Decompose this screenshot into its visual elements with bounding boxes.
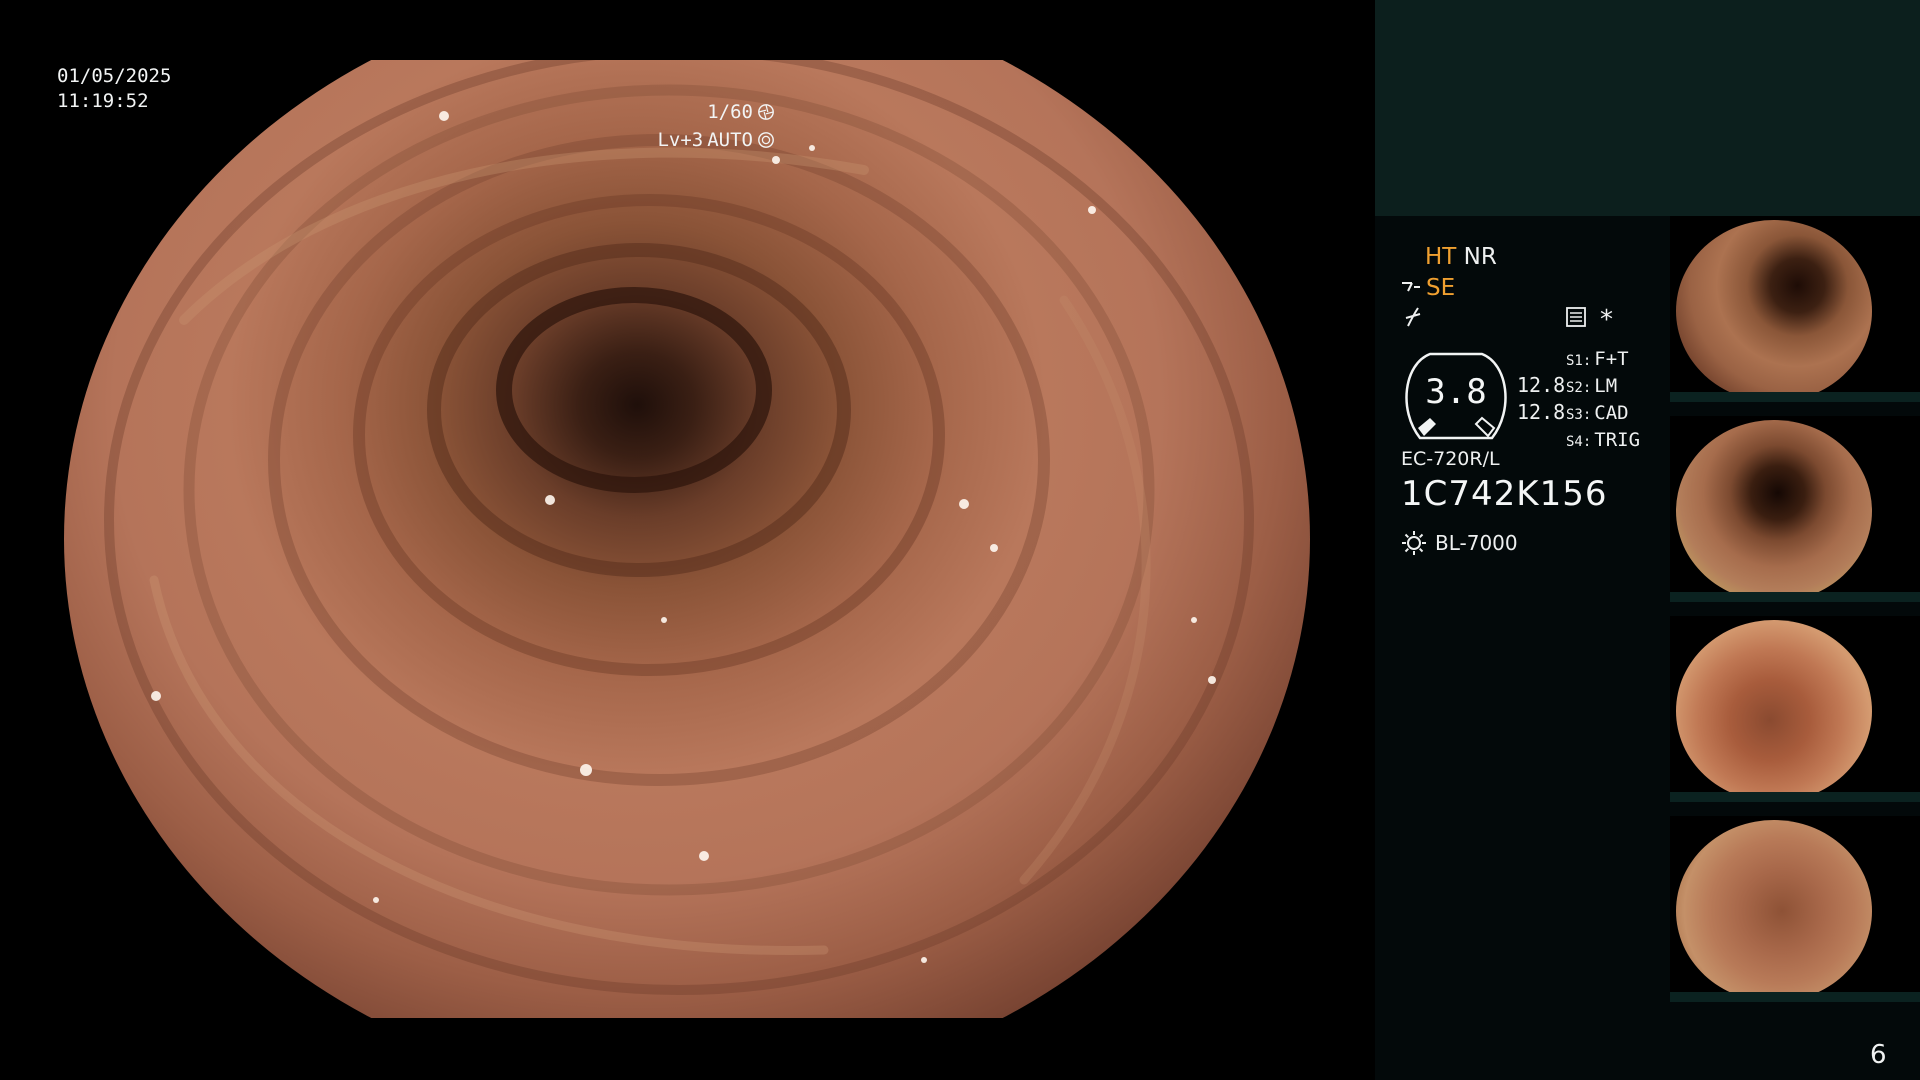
thumbnail-image: [1676, 220, 1872, 402]
light-source-row: BL-7000: [1401, 530, 1518, 556]
capture-thumbnail-2[interactable]: [1670, 416, 1920, 602]
setting-row-s2: S2: LM: [1566, 374, 1640, 401]
setting-value: CAD: [1594, 402, 1629, 424]
thumbnail-bar: [1670, 592, 1920, 602]
capture-thumbnail-3[interactable]: [1670, 616, 1920, 802]
mode-nr-text: NR: [1463, 244, 1497, 270]
scope-serial-text: 1C742K156: [1401, 474, 1608, 514]
iris-icon: [758, 132, 774, 148]
record-settings-icon: [1566, 307, 1586, 327]
thumbnail-mask: [1872, 416, 1920, 602]
time-text: 11:19:52: [57, 90, 149, 112]
filter-icon: [1405, 307, 1421, 327]
gauge-value: 3.8: [1425, 372, 1487, 412]
panel-header-area: [1375, 0, 1920, 216]
level-row: Lv+3 AUTO: [657, 126, 775, 154]
setting-key: S1:: [1566, 353, 1592, 369]
thumbnail-image: [1676, 420, 1872, 602]
structure-enhance-icon: [1402, 282, 1420, 292]
shutter-text: 1/60: [707, 101, 753, 123]
page-number: 6: [1870, 1040, 1887, 1070]
shutter-icon: [758, 104, 774, 120]
exposure-readout: 1/60 Lv+3 AUTO: [657, 98, 775, 154]
thumbnail-bar: [1670, 992, 1920, 1002]
gauge-side-bottom: 12.8: [1517, 400, 1566, 424]
thumbnail-bar: [1670, 792, 1920, 802]
shutter-row: 1/60: [657, 98, 775, 126]
capture-thumbnail-4[interactable]: [1670, 816, 1920, 1002]
main-endoscope-view: 01/05/2025 11:19:52 1/60 Lv+3 AUTO: [0, 0, 1375, 1080]
setting-row-s1: S1: F+T: [1566, 347, 1640, 374]
setting-key: S3:: [1566, 407, 1592, 423]
setting-value: F+T: [1594, 348, 1629, 370]
setting-value: LM: [1594, 375, 1618, 397]
mode-ht-nr: HT NR: [1425, 243, 1497, 271]
gauge-side-values: 12.8 12.8: [1517, 372, 1565, 426]
setting-value: TRIG: [1594, 429, 1641, 451]
setting-key: S2:: [1566, 380, 1592, 396]
date-text: 01/05/2025: [57, 65, 172, 87]
endoscope-image: [64, 60, 1310, 1018]
scope-switch-settings: S1: F+T S2: LM S3: CAD S4: TRIG: [1566, 347, 1640, 455]
light-source-text: BL-7000: [1435, 531, 1518, 555]
setting-row-s4: S4: TRIG: [1566, 428, 1640, 455]
thumbnail-mask: [1872, 216, 1920, 402]
mucosa-folds-drawing: [104, 60, 1254, 995]
star-marker: *: [1600, 305, 1613, 335]
thumbnail-bar: [1670, 392, 1920, 402]
thumbnail-mask: [1872, 816, 1920, 1002]
thumbnail-image: [1676, 620, 1872, 802]
scope-model-text: EC-720R/L: [1401, 448, 1500, 470]
mode-ht-text: HT: [1425, 244, 1457, 270]
capture-thumbnail-1[interactable]: [1670, 216, 1920, 402]
auto-text: AUTO: [707, 129, 753, 151]
light-source-icon: [1402, 531, 1426, 555]
level-text: Lv+3: [657, 129, 704, 151]
thumbnail-mask: [1872, 616, 1920, 802]
date-time-readout: 01/05/2025 11:19:52: [57, 64, 171, 114]
thumbnail-image: [1676, 820, 1872, 1002]
mode-se-text: SE: [1426, 275, 1456, 301]
gauge-side-top: 12.8: [1517, 373, 1566, 397]
setting-key: S4:: [1566, 434, 1592, 450]
setting-row-s3: S3: CAD: [1566, 401, 1640, 428]
